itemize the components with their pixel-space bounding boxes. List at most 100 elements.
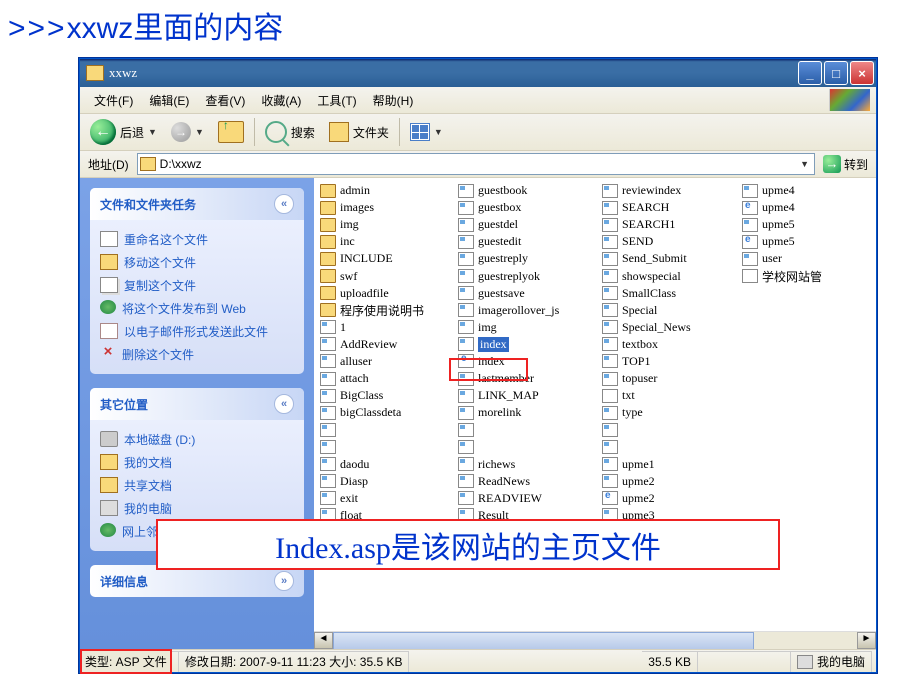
views-button[interactable]: ▼ [404, 121, 449, 143]
file-item[interactable]: upme4 [740, 199, 870, 216]
file-item[interactable]: SEARCH1 [600, 216, 740, 233]
file-item[interactable]: guestreply [456, 250, 600, 267]
menu-help[interactable]: 帮助(H) [365, 89, 422, 112]
up-button[interactable] [212, 119, 250, 145]
file-item[interactable]: user [740, 250, 870, 267]
folders-button[interactable]: 文件夹 [323, 120, 395, 144]
close-button[interactable]: × [850, 61, 874, 85]
file-item[interactable]: images [318, 199, 456, 216]
file-item[interactable]: index [456, 336, 600, 353]
file-item[interactable]: showspecial [600, 267, 740, 284]
place-my-computer[interactable]: 我的电脑 [100, 497, 294, 520]
file-item[interactable]: Special [600, 302, 740, 319]
file-item[interactable]: index [456, 353, 600, 370]
scroll-right-button[interactable]: ► [857, 632, 876, 649]
file-item[interactable]: morelink [456, 404, 600, 421]
menu-favorites[interactable]: 收藏(A) [253, 89, 309, 112]
file-item[interactable]: type [600, 404, 740, 421]
tasks-header[interactable]: 文件和文件夹任务 « [90, 188, 304, 220]
file-item[interactable]: upme2 [600, 490, 740, 507]
file-item[interactable]: exit [318, 490, 456, 507]
file-item[interactable]: guestreplyok [456, 267, 600, 284]
minimize-button[interactable]: _ [798, 61, 822, 85]
file-item[interactable]: SEARCH [600, 199, 740, 216]
place-my-documents[interactable]: 我的文档 [100, 451, 294, 474]
file-item[interactable]: uploadfile [318, 285, 456, 302]
file-item[interactable]: guestedit [456, 233, 600, 250]
file-item[interactable]: guestbox [456, 199, 600, 216]
file-item[interactable]: inc [318, 233, 456, 250]
menu-edit[interactable]: 编辑(E) [141, 89, 197, 112]
file-item[interactable]: img [318, 216, 456, 233]
file-item[interactable]: admin [318, 182, 456, 199]
file-item[interactable]: upme5 [740, 233, 870, 250]
task-delete[interactable]: ×删除这个文件 [100, 343, 294, 366]
horizontal-scrollbar[interactable]: ◄ ► [314, 631, 876, 649]
file-item[interactable] [456, 421, 600, 438]
file-item[interactable]: upme2 [600, 473, 740, 490]
file-item[interactable]: daodu [318, 456, 456, 473]
address-input[interactable]: D:\xxwz ▼ [137, 153, 815, 175]
other-places-header[interactable]: 其它位置 « [90, 388, 304, 420]
file-item[interactable]: reviewindex [600, 182, 740, 199]
file-item[interactable]: BigClass [318, 387, 456, 404]
scroll-thumb[interactable] [333, 632, 754, 649]
file-item[interactable] [600, 438, 740, 455]
file-list[interactable]: adminimagesimgincINCLUDEswfuploadfile程序使… [314, 178, 876, 649]
back-button[interactable]: ← 后退 ▼ [84, 117, 163, 147]
task-publish-web[interactable]: 将这个文件发布到 Web [100, 297, 294, 320]
file-item[interactable]: lastmember [456, 370, 600, 387]
file-item[interactable]: alluser [318, 353, 456, 370]
file-item[interactable]: SmallClass [600, 285, 740, 302]
file-item[interactable]: ReadNews [456, 473, 600, 490]
task-copy[interactable]: 复制这个文件 [100, 274, 294, 297]
file-item[interactable]: TOP1 [600, 353, 740, 370]
file-item[interactable]: guestsave [456, 285, 600, 302]
file-item[interactable]: img [456, 319, 600, 336]
file-item[interactable] [318, 438, 456, 455]
scroll-left-button[interactable]: ◄ [314, 632, 333, 649]
place-local-disk[interactable]: 本地磁盘 (D:) [100, 428, 294, 451]
file-item[interactable]: READVIEW [456, 490, 600, 507]
file-item[interactable]: 1 [318, 319, 456, 336]
chevron-down-icon[interactable]: ▼ [434, 127, 443, 137]
forward-button[interactable]: → ▼ [165, 120, 210, 144]
file-item[interactable] [600, 421, 740, 438]
task-rename[interactable]: 重命名这个文件 [100, 228, 294, 251]
file-item[interactable]: Send_Submit [600, 250, 740, 267]
file-item[interactable] [318, 421, 456, 438]
file-item[interactable]: imagerollover_js [456, 302, 600, 319]
maximize-button[interactable]: □ [824, 61, 848, 85]
file-item[interactable]: AddReview [318, 336, 456, 353]
collapse-icon[interactable]: « [274, 394, 294, 414]
menu-view[interactable]: 查看(V) [197, 89, 253, 112]
dropdown-icon[interactable]: ▼ [797, 159, 812, 169]
file-item[interactable]: upme4 [740, 182, 870, 199]
task-move[interactable]: 移动这个文件 [100, 251, 294, 274]
file-item[interactable]: guestbook [456, 182, 600, 199]
place-shared-docs[interactable]: 共享文档 [100, 474, 294, 497]
file-item[interactable] [456, 438, 600, 455]
collapse-icon[interactable]: « [274, 194, 294, 214]
file-item[interactable]: 学校网站管 [740, 267, 870, 284]
file-item[interactable]: swf [318, 267, 456, 284]
chevron-down-icon[interactable]: ▼ [195, 127, 204, 137]
file-item[interactable]: INCLUDE [318, 250, 456, 267]
file-item[interactable]: Diasp [318, 473, 456, 490]
file-item[interactable]: 程序使用说明书 [318, 302, 456, 319]
menu-tools[interactable]: 工具(T) [309, 89, 364, 112]
file-item[interactable]: txt [600, 387, 740, 404]
file-item[interactable]: richews [456, 456, 600, 473]
file-item[interactable]: SEND [600, 233, 740, 250]
file-item[interactable]: Special_News [600, 319, 740, 336]
go-button[interactable]: → 转到 [819, 155, 872, 173]
file-item[interactable]: LINK_MAP [456, 387, 600, 404]
file-item[interactable]: textbox [600, 336, 740, 353]
file-item[interactable]: topuser [600, 370, 740, 387]
file-item[interactable]: attach [318, 370, 456, 387]
menu-file[interactable]: 文件(F) [86, 89, 141, 112]
file-item[interactable]: upme5 [740, 216, 870, 233]
task-email[interactable]: 以电子邮件形式发送此文件 [100, 320, 294, 343]
titlebar[interactable]: xxwz _ □ × [80, 59, 876, 87]
expand-icon[interactable]: » [274, 571, 294, 591]
